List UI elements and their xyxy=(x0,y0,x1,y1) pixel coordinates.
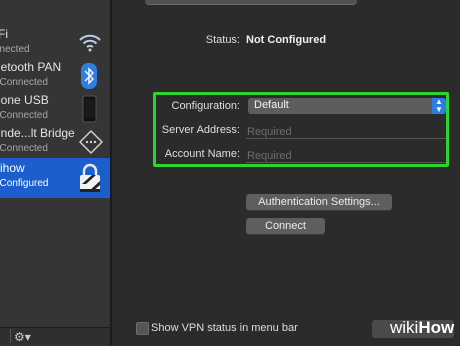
wifi-icon xyxy=(78,28,101,58)
chevron-updown-icon: ▲ ▼ xyxy=(432,98,446,114)
thunderbolt-bridge-icon xyxy=(78,127,104,157)
watermark-suffix: How xyxy=(418,318,455,337)
bluetooth-icon xyxy=(78,61,100,91)
toolbar-control[interactable] xyxy=(145,0,357,5)
service-status: t Connected xyxy=(0,143,48,154)
service-name: -Fi xyxy=(0,27,8,41)
connect-button[interactable]: Connect xyxy=(246,218,325,234)
service-status: nnected xyxy=(0,44,30,55)
service-status: t Connected xyxy=(0,77,48,88)
account-name-field[interactable] xyxy=(246,146,447,164)
service-name: hone USB xyxy=(0,93,49,107)
server-address-field[interactable] xyxy=(246,122,447,140)
status-value: Not Configured xyxy=(246,34,327,46)
service-status: t Connected xyxy=(0,110,48,121)
configuration-label: Configuration: xyxy=(171,100,241,112)
divider xyxy=(10,329,11,343)
service-name: uetooth PAN xyxy=(0,60,62,74)
service-item-wikihow-vpn[interactable]: kihow t Configured xyxy=(0,158,110,198)
sidebar-divider xyxy=(110,0,112,345)
service-name: unde...lt Bridge xyxy=(0,126,75,140)
service-item-thunderbolt-bridge[interactable]: unde...lt Bridge t Connected xyxy=(0,123,110,163)
show-vpn-status-label: Show VPN status in menu bar xyxy=(151,322,298,334)
service-list: -Fi nnected uetooth PAN t Connected hone… xyxy=(0,0,110,345)
server-address-label: Server Address: xyxy=(161,124,240,136)
show-vpn-status-checkbox[interactable] xyxy=(136,322,149,335)
account-name-label: Account Name: xyxy=(164,148,240,160)
configuration-select[interactable]: Default ▲ ▼ xyxy=(248,98,446,114)
sidebar-action-bar: ⚙▾ xyxy=(0,327,110,346)
vpn-lock-icon xyxy=(78,162,100,192)
server-address-input[interactable] xyxy=(246,124,447,140)
service-name: kihow xyxy=(0,161,25,175)
status-label: Status: xyxy=(205,34,240,46)
service-status: t Configured xyxy=(0,178,49,189)
account-name-input[interactable] xyxy=(246,148,447,164)
watermark-logo: wikiHow xyxy=(390,318,454,338)
watermark-prefix: wiki xyxy=(390,318,419,337)
iphone-icon xyxy=(78,94,100,124)
authentication-settings-button[interactable]: Authentication Settings... xyxy=(246,194,392,210)
configuration-value: Default xyxy=(254,99,289,111)
gear-icon[interactable]: ⚙▾ xyxy=(14,330,31,344)
